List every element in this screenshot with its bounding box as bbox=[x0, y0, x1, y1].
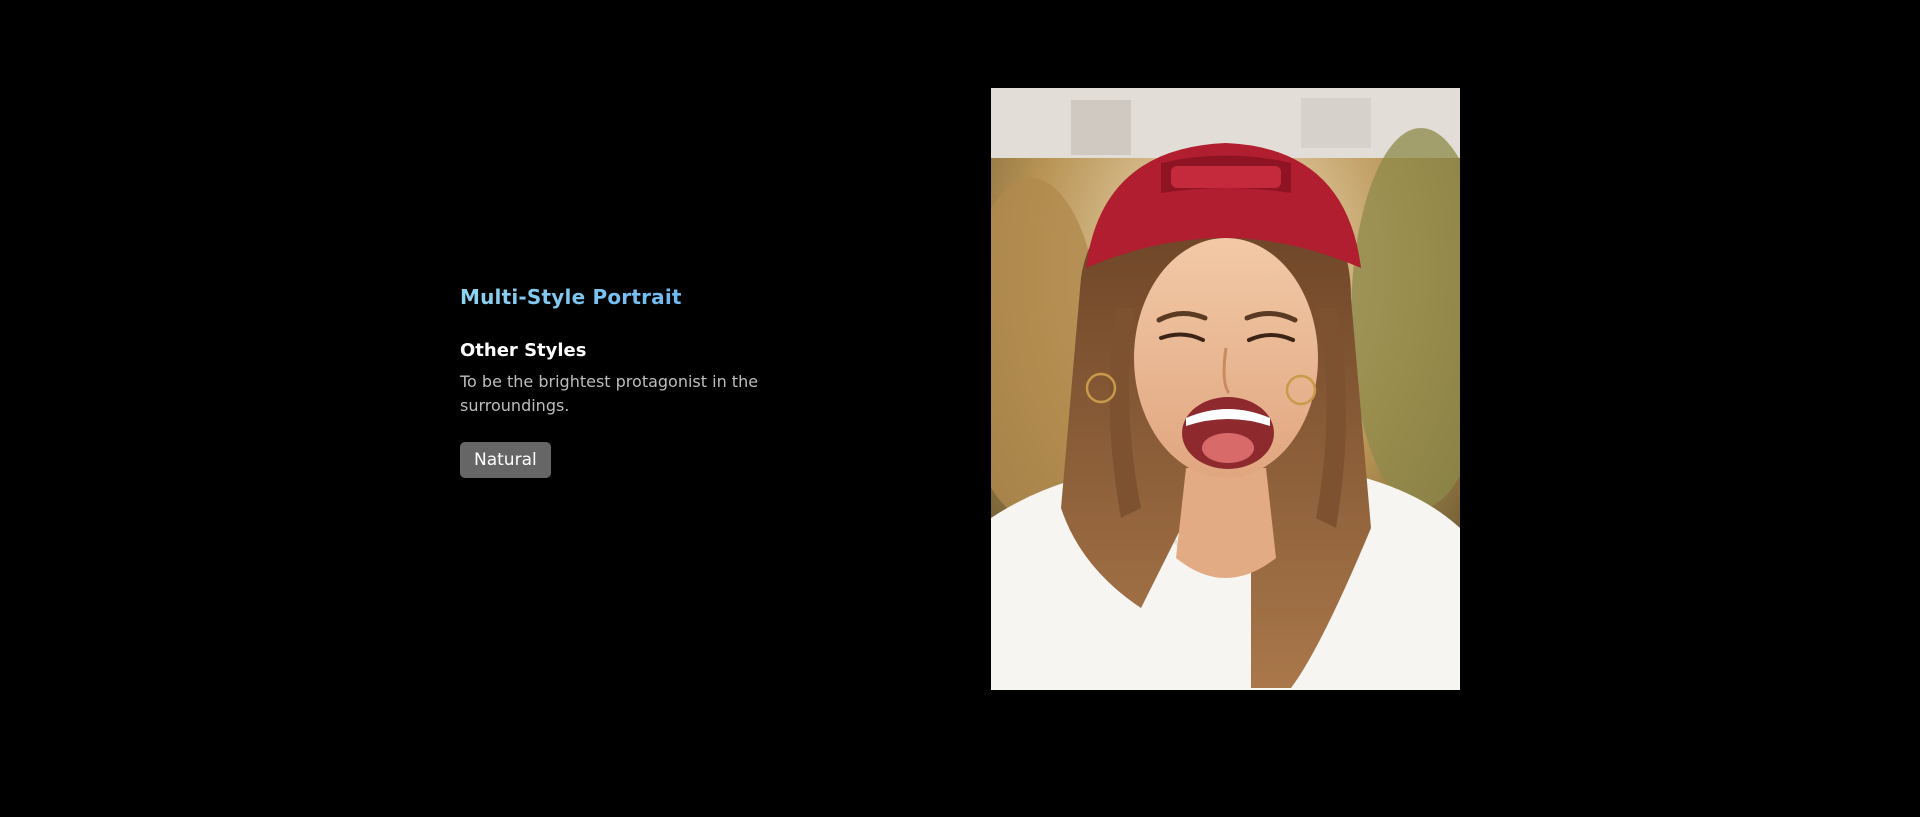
feature-title: Multi-Style Portrait bbox=[460, 282, 820, 312]
portrait-illustration bbox=[991, 88, 1460, 690]
style-description: To be the brightest protagonist in the s… bbox=[460, 372, 759, 415]
page: Multi-Style Portrait Other Styles To be … bbox=[0, 0, 1920, 817]
portrait-preview-image bbox=[991, 88, 1460, 690]
natural-style-chip[interactable]: Natural bbox=[460, 442, 551, 478]
style-heading: Other Styles bbox=[460, 340, 587, 361]
feature-description-panel: Multi-Style Portrait Other Styles To be … bbox=[460, 282, 820, 478]
